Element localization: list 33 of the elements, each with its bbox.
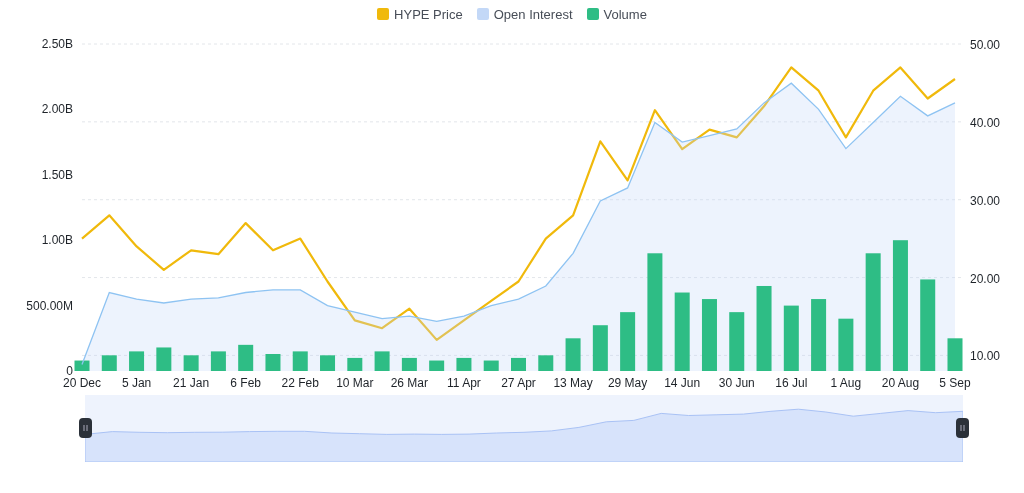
legend-label[interactable]: Open Interest (493, 6, 573, 22)
axis-label: 5 Jan (121, 376, 152, 390)
axis-label: 1 Aug (830, 376, 862, 390)
axis-label: 500.00M (26, 298, 73, 313)
axis-label: 6 Feb (230, 376, 262, 390)
axis-label: 21 Jan (173, 376, 210, 390)
axis-label: 50.00 (970, 38, 1001, 52)
axis-label: 30.00 (970, 193, 1001, 208)
legend-label[interactable]: HYPE Price (394, 6, 463, 22)
drag-handle-icon[interactable] (956, 418, 969, 438)
axis-label: 22 Feb (281, 376, 319, 390)
axis-label: 5 Sep (939, 376, 971, 390)
axis-label: 20 Dec (63, 376, 101, 390)
axis-label: 40.00 (970, 115, 1001, 130)
axis-label: 30 Jun (718, 376, 755, 390)
axis-label: 2.50B (41, 37, 73, 51)
axis-label: 10.00 (970, 349, 1001, 364)
legend-label[interactable]: Volume (603, 6, 647, 22)
axis-label: 16 Jul (775, 376, 808, 390)
axis-label: 20 Aug (881, 376, 920, 390)
axis-label: 10 Mar (336, 376, 374, 390)
axis-label: 1.50B (41, 167, 73, 182)
axis-label: 29 May (607, 376, 648, 390)
axis-label: 20.00 (970, 271, 1001, 286)
axis-label: 1.00B (41, 233, 73, 248)
axis-label: 0 (66, 364, 73, 378)
axis-label: 26 Mar (390, 376, 429, 390)
axis-label: 27 Apr (501, 376, 536, 390)
axis-label: 2.00B (41, 102, 73, 117)
axis-label: 14 Jun (664, 376, 701, 390)
axis-label: 13 May (553, 376, 593, 390)
axis-label: 11 Apr (447, 376, 481, 390)
drag-handle-icon[interactable] (79, 418, 92, 438)
